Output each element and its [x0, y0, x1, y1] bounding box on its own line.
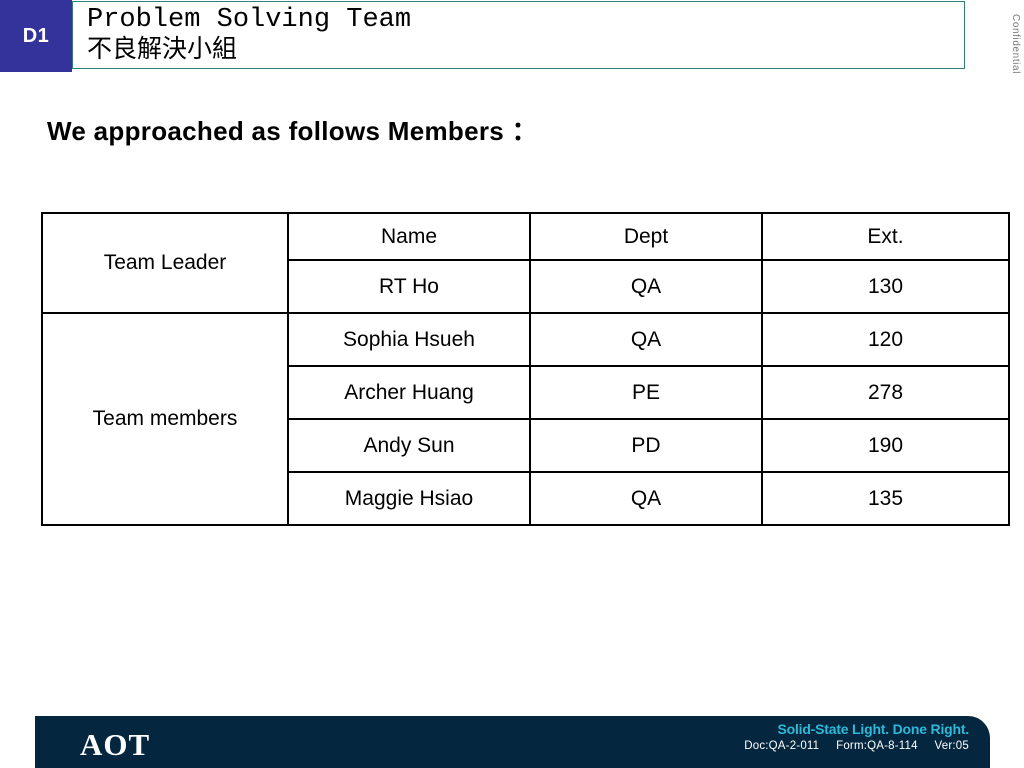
cell-name: RT Ho: [287, 259, 531, 314]
confidential-watermark: Confidential: [1010, 14, 1021, 75]
cell-name: Maggie Hsiao: [287, 471, 531, 526]
slide-header: D1 Problem Solving Team 不良解決小組: [0, 0, 968, 72]
cell-dept: QA: [529, 312, 763, 367]
cell-ext: 190: [761, 418, 1010, 473]
header-title-english: Problem Solving Team: [87, 5, 412, 35]
page-title: We approached as follows Members ：: [47, 116, 538, 146]
aot-logo: AOT: [80, 727, 151, 762]
cell-dept: QA: [529, 471, 763, 526]
cell-ext: 130: [761, 259, 1010, 314]
header-title-chinese: 不良解決小組: [87, 36, 238, 65]
header-title-box: Problem Solving Team 不良解決小組: [72, 1, 965, 69]
table-row: Team Leader Name Dept Ext.: [41, 212, 1010, 314]
cell-name: Archer Huang: [287, 365, 531, 420]
cell-ext: 278: [761, 365, 1010, 420]
footer-doc-number: Doc:QA-2-011: [744, 740, 820, 752]
cell-dept: PD: [529, 418, 763, 473]
section-tag-badge: D1: [0, 0, 72, 72]
footer-version: Ver:05: [934, 740, 969, 752]
footer-document-info: Doc:QA-2-011 Form:QA-8-114 Ver:05: [744, 740, 969, 752]
footer-tagline: Solid-State Light. Done Right.: [777, 721, 969, 737]
team-members-table: Team Leader Name Dept Ext. RT Ho QA 130 …: [41, 212, 1010, 526]
cell-name: Andy Sun: [287, 418, 531, 473]
role-cell-team-leader: Team Leader: [41, 212, 289, 314]
column-header-ext: Ext.: [761, 212, 1010, 261]
slide-footer: AOT Solid-State Light. Done Right. Doc:Q…: [35, 716, 990, 768]
column-header-name: Name: [287, 212, 531, 261]
cell-dept: QA: [529, 259, 763, 314]
table-row: Team members Sophia Hsueh QA 120: [41, 312, 1010, 526]
cell-ext: 120: [761, 312, 1010, 367]
footer-form-number: Form:QA-8-114: [836, 740, 918, 752]
cell-dept: PE: [529, 365, 763, 420]
role-cell-team-members: Team members: [41, 312, 289, 526]
cell-name: Sophia Hsueh: [287, 312, 531, 367]
column-header-dept: Dept: [529, 212, 763, 261]
cell-ext: 135: [761, 471, 1010, 526]
